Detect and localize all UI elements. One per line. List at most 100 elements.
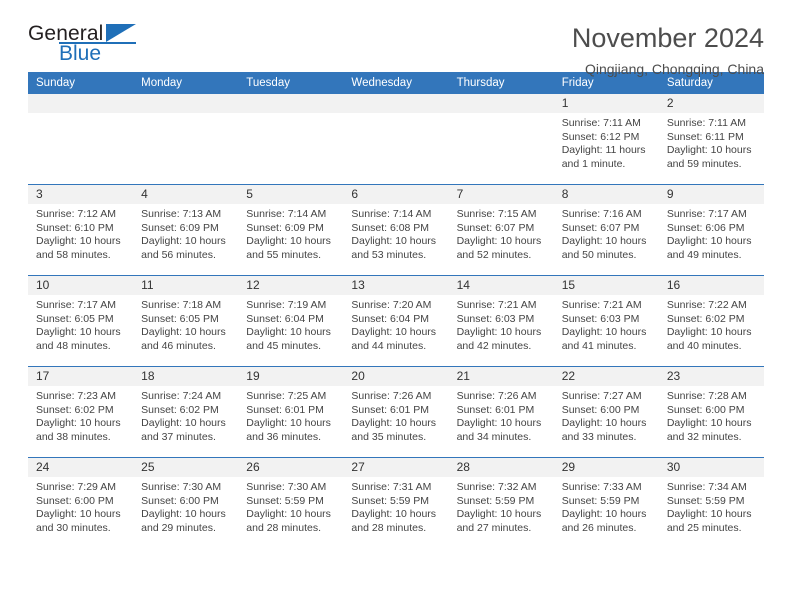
sunset-text: Sunset: 6:04 PM [246,312,324,325]
calendar-day-cell[interactable]: 6 Sunrise: 7:14 AM Sunset: 6:08 PM Daylight… [343,184,449,276]
day-cell-inner: 12 Sunrise: 7:19 AM Sunset: 6:04 PM Dayligh… [238,276,344,366]
sun-info: Sunrise: 7:27 AM Sunset: 6:00 PM Daylight:… [554,386,659,444]
sun-info: Sunrise: 7:26 AM Sunset: 6:01 PM Daylight:… [343,386,448,444]
day-number: 20 [343,367,449,386]
calendar-day-cell[interactable]: 22 Sunrise: 7:27 AM Sunset: 6:00 PM Dayligh… [553,366,659,458]
calendar-day-cell[interactable]: 16 Sunrise: 7:22 AM Sunset: 6:02 PM Dayligh… [658,275,764,367]
calendar-day-cell[interactable]: 14 Sunrise: 7:21 AM Sunset: 6:03 PM Dayligh… [448,275,554,367]
day-number: 24 [28,458,134,477]
calendar-day-cell[interactable]: 25 Sunrise: 7:30 AM Sunset: 6:00 PM Dayligh… [133,457,239,548]
sunset-text: Sunset: 5:59 PM [246,494,324,507]
calendar-day-cell[interactable]: 29 Sunrise: 7:33 AM Sunset: 5:59 PM Dayligh… [553,457,659,548]
day-cell-inner: 30 Sunrise: 7:34 AM Sunset: 5:59 PM Dayligh… [658,458,764,548]
sunset-text: Sunset: 6:00 PM [141,494,219,507]
calendar-day-cell[interactable]: 11 Sunrise: 7:18 AM Sunset: 6:05 PM Dayligh… [133,275,239,367]
sunset-text: Sunset: 5:59 PM [561,494,640,507]
day-cell-inner: 13 Sunrise: 7:20 AM Sunset: 6:04 PM Dayligh… [343,276,449,366]
day-cell-inner: 3 Sunrise: 7:12 AM Sunset: 6:10 PM Daylight… [28,185,134,275]
calendar-day-cell[interactable]: 26 Sunrise: 7:30 AM Sunset: 5:59 PM Dayligh… [238,457,344,548]
sunrise-text: Sunrise: 7:28 AM [666,390,747,402]
sunset-text: Sunset: 5:59 PM [351,494,430,507]
weekday-thursday: Thursday [448,72,554,94]
day-cell-inner: 22 Sunrise: 7:27 AM Sunset: 6:00 PM Dayligh… [553,367,659,457]
sunrise-text: Sunrise: 7:31 AM [351,481,432,493]
sun-info: Sunrise: 7:34 AM Sunset: 5:59 PM Daylight:… [659,477,764,535]
calendar-cell-empty [343,94,449,185]
sun-info: Sunrise: 7:11 AM Sunset: 6:11 PM Daylight:… [659,113,764,171]
daylight-text: Daylight: 10 hours and 49 minutes. [666,235,752,261]
daylight-text: Daylight: 10 hours and 52 minutes. [456,235,542,261]
daylight-text: Daylight: 11 hours and 1 minute. [561,144,646,170]
day-number: 19 [238,367,344,386]
sunset-text: Sunset: 5:59 PM [666,494,745,507]
calendar-week-row: 1 Sunrise: 7:11 AM Sunset: 6:12 PM Daylight… [28,94,764,185]
calendar-day-cell[interactable]: 21 Sunrise: 7:26 AM Sunset: 6:01 PM Dayligh… [448,366,554,458]
calendar-day-cell[interactable]: 4 Sunrise: 7:13 AM Sunset: 6:09 PM Daylight… [133,184,239,276]
daylight-text: Daylight: 10 hours and 46 minutes. [141,326,226,352]
calendar-day-cell[interactable]: 18 Sunrise: 7:24 AM Sunset: 6:02 PM Dayligh… [133,366,239,458]
calendar-day-cell[interactable]: 7 Sunrise: 7:15 AM Sunset: 6:07 PM Daylight… [448,184,554,276]
sunrise-text: Sunrise: 7:26 AM [351,390,432,402]
calendar-day-cell[interactable]: 10 Sunrise: 7:17 AM Sunset: 6:05 PM Dayligh… [28,275,134,367]
calendar-cell-empty [28,94,134,185]
day-cell-inner: 17 Sunrise: 7:23 AM Sunset: 6:02 PM Dayligh… [28,367,134,457]
day-number: 18 [133,367,239,386]
daylight-text: Daylight: 10 hours and 58 minutes. [36,235,121,261]
day-number: 8 [553,185,659,204]
sun-info: Sunrise: 7:14 AM Sunset: 6:08 PM Daylight:… [343,204,448,262]
calendar-day-cell[interactable]: 5 Sunrise: 7:14 AM Sunset: 6:09 PM Daylight… [238,184,344,276]
sunset-text: Sunset: 6:04 PM [351,312,430,325]
day-number: 4 [133,185,239,204]
sunrise-text: Sunrise: 7:17 AM [36,299,116,311]
calendar-day-cell[interactable]: 13 Sunrise: 7:20 AM Sunset: 6:04 PM Dayligh… [343,275,449,367]
triangle-right-icon [106,24,136,42]
sunrise-text: Sunrise: 7:13 AM [141,208,222,220]
weekday-sunday: Sunday [28,72,134,94]
daylight-text: Daylight: 10 hours and 38 minutes. [36,417,121,443]
calendar-day-cell[interactable]: 2 Sunrise: 7:11 AM Sunset: 6:11 PM Daylight… [658,94,764,185]
daylight-text: Daylight: 10 hours and 37 minutes. [141,417,226,443]
sunset-text: Sunset: 6:02 PM [141,403,219,416]
calendar-day-cell[interactable]: 1 Sunrise: 7:11 AM Sunset: 6:12 PM Daylight… [553,94,659,185]
day-cell-inner: 8 Sunrise: 7:16 AM Sunset: 6:07 PM Daylight… [553,185,659,275]
day-number: 6 [343,185,449,204]
day-cell-inner: 20 Sunrise: 7:26 AM Sunset: 6:01 PM Dayligh… [343,367,449,457]
calendar-day-cell[interactable]: 23 Sunrise: 7:28 AM Sunset: 6:00 PM Dayligh… [658,366,764,458]
day-cell-inner: 7 Sunrise: 7:15 AM Sunset: 6:07 PM Daylight… [448,185,554,275]
daylight-text: Daylight: 10 hours and 59 minutes. [666,144,752,170]
calendar-day-cell[interactable]: 15 Sunrise: 7:21 AM Sunset: 6:03 PM Dayligh… [553,275,659,367]
calendar-day-cell[interactable]: 19 Sunrise: 7:25 AM Sunset: 6:01 PM Dayligh… [238,366,344,458]
day-cell-inner: 29 Sunrise: 7:33 AM Sunset: 5:59 PM Dayligh… [553,458,659,548]
calendar-day-cell[interactable]: 3 Sunrise: 7:12 AM Sunset: 6:10 PM Daylight… [28,184,134,276]
day-number: 17 [28,367,134,386]
sun-info: Sunrise: 7:33 AM Sunset: 5:59 PM Daylight:… [554,477,659,535]
daylight-text: Daylight: 10 hours and 44 minutes. [351,326,437,352]
sun-info: Sunrise: 7:29 AM Sunset: 6:00 PM Daylight:… [28,477,133,535]
day-cell-inner [28,94,134,184]
calendar-day-cell[interactable]: 9 Sunrise: 7:17 AM Sunset: 6:06 PM Daylight… [658,184,764,276]
calendar-day-cell[interactable]: 12 Sunrise: 7:19 AM Sunset: 6:04 PM Dayligh… [238,275,344,367]
sunrise-sunset-calendar: Sunday Monday Tuesday Wednesday Thursday… [28,72,764,548]
daylight-text: Daylight: 10 hours and 25 minutes. [666,508,752,534]
calendar-day-cell[interactable]: 8 Sunrise: 7:16 AM Sunset: 6:07 PM Daylight… [553,184,659,276]
day-number: 26 [238,458,344,477]
daylight-text: Daylight: 10 hours and 26 minutes. [561,508,647,534]
calendar-body: 1 Sunrise: 7:11 AM Sunset: 6:12 PM Daylight… [28,94,764,548]
calendar-day-cell[interactable]: 20 Sunrise: 7:26 AM Sunset: 6:01 PM Dayligh… [343,366,449,458]
calendar-day-cell[interactable]: 30 Sunrise: 7:34 AM Sunset: 5:59 PM Dayligh… [658,457,764,548]
sunrise-text: Sunrise: 7:16 AM [561,208,642,220]
calendar-day-cell[interactable]: 17 Sunrise: 7:23 AM Sunset: 6:02 PM Dayligh… [28,366,134,458]
day-cell-inner [238,94,344,184]
calendar-day-cell[interactable]: 27 Sunrise: 7:31 AM Sunset: 5:59 PM Dayligh… [343,457,449,548]
daylight-text: Daylight: 10 hours and 41 minutes. [561,326,647,352]
day-number: 1 [553,94,659,113]
daylight-text: Daylight: 10 hours and 45 minutes. [246,326,331,352]
general-blue-logo[interactable]: General Blue [28,22,146,70]
sun-info: Sunrise: 7:32 AM Sunset: 5:59 PM Daylight:… [449,477,554,535]
day-number: 5 [238,185,344,204]
sun-info: Sunrise: 7:13 AM Sunset: 6:09 PM Daylight:… [133,204,238,262]
sunrise-text: Sunrise: 7:14 AM [351,208,432,220]
calendar-day-cell[interactable]: 28 Sunrise: 7:32 AM Sunset: 5:59 PM Dayligh… [448,457,554,548]
calendar-day-cell[interactable]: 24 Sunrise: 7:29 AM Sunset: 6:00 PM Dayligh… [28,457,134,548]
logo-text-blue: Blue [59,42,102,65]
